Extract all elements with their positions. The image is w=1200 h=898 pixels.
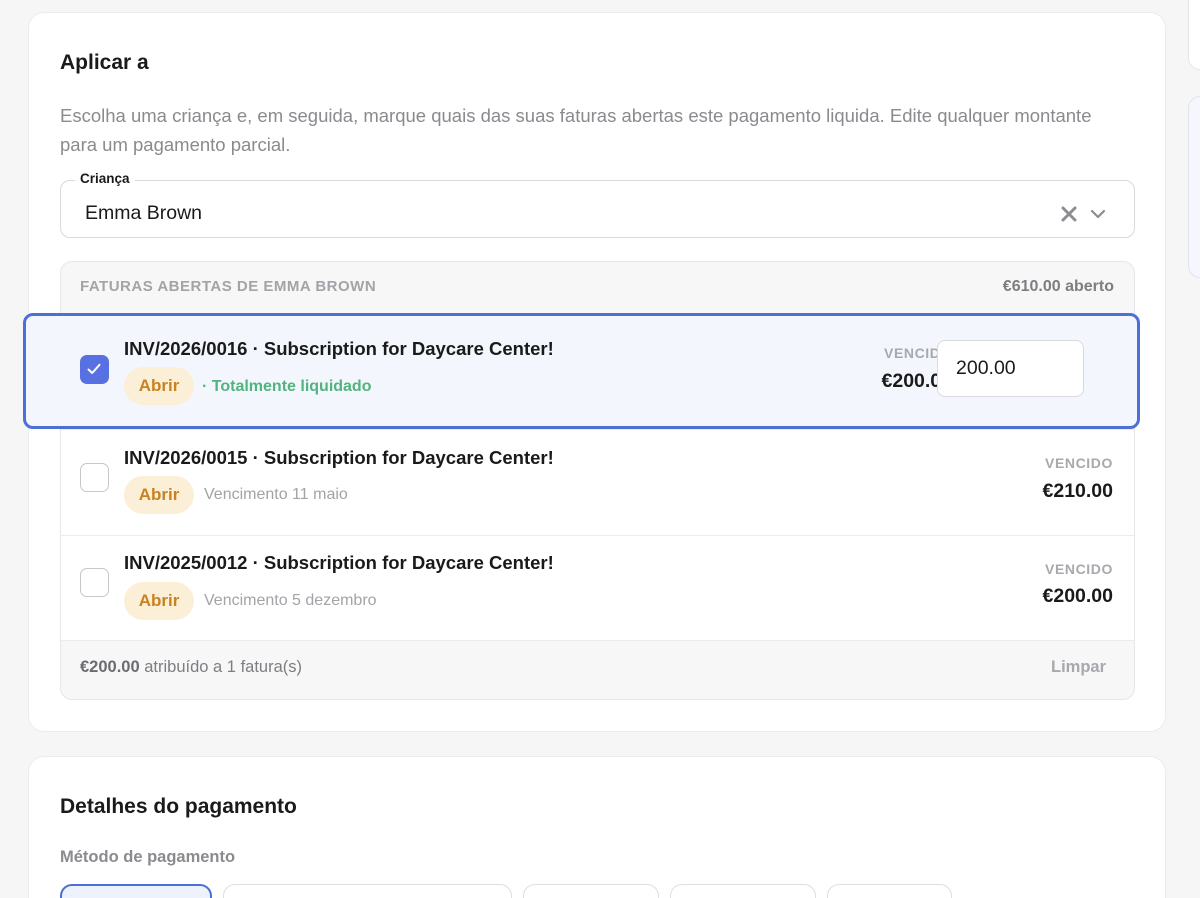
open-total-suffix: aberto: [1065, 278, 1114, 295]
side-panel-top: [1188, 0, 1200, 70]
due-amount: €210.00: [1042, 480, 1114, 502]
open-total-amount: €610.00: [1002, 278, 1061, 295]
allocated-text: atribuído a 1 fatura(s): [144, 658, 302, 676]
invoice-title: INV/2026/0015 · Subscription for Daycare…: [124, 447, 554, 468]
invoice-checkbox-checked[interactable]: [80, 355, 109, 384]
due-label: VENCIDO: [1045, 561, 1113, 577]
invoice-due-date: Vencimento 5 dezembro: [204, 592, 377, 609]
payment-method-option[interactable]: [523, 884, 659, 898]
payment-method-option[interactable]: [827, 884, 952, 898]
payment-method-label: Método de pagamento: [60, 848, 236, 866]
invoice-checkbox[interactable]: [80, 463, 109, 492]
due-amount: €200.00: [1042, 585, 1114, 607]
invoice-title: INV/2025/0012 · Subscription for Daycare…: [124, 552, 554, 573]
open-invoices-total: €610.00 aberto: [1003, 278, 1114, 296]
payment-method-option[interactable]: [223, 884, 512, 898]
section-title-apply: Aplicar a: [60, 51, 149, 74]
chevron-down-icon[interactable]: [1090, 207, 1106, 221]
open-invoices-header: FATURAS ABERTAS DE EMMA BROWN: [80, 278, 377, 295]
clear-allocation-button[interactable]: Limpar: [1051, 658, 1106, 677]
section-title-payment: Detalhes do pagamento: [60, 795, 297, 818]
child-select-value: Emma Brown: [85, 202, 203, 224]
payment-method-option[interactable]: [60, 884, 212, 898]
invoice-checkbox[interactable]: [80, 568, 109, 597]
allocation-summary: €200.00 atribuído a 1 fatura(s): [80, 658, 302, 677]
page: Aplicar a Escolha uma criança e, em segu…: [0, 0, 1200, 898]
invoice-due-date: Vencimento 11 maio: [204, 486, 348, 503]
applied-amount-input[interactable]: [937, 340, 1084, 397]
allocated-amount: €200.00: [80, 658, 140, 676]
payment-details-card: Detalhes do pagamento Método de pagament…: [28, 756, 1166, 898]
check-icon: [87, 363, 101, 374]
due-label: VENCIDO: [1045, 455, 1113, 471]
invoice-row[interactable]: INV/2025/0012 · Subscription for Daycare…: [61, 535, 1134, 641]
apply-description: Escolha uma criança e, em seguida, marqu…: [60, 105, 1092, 155]
status-badge: Abrir: [124, 582, 194, 620]
child-select[interactable]: Criança Emma Brown: [60, 171, 1135, 238]
invoice-row-selected[interactable]: INV/2026/0016 · Subscription for Daycare…: [23, 313, 1140, 429]
side-panel-summary: [1188, 96, 1200, 278]
close-icon[interactable]: [1060, 205, 1078, 223]
invoice-title: INV/2026/0016 · Subscription for Daycare…: [124, 338, 554, 359]
status-badge: Abrir: [124, 367, 194, 405]
child-select-label: Criança: [75, 171, 135, 186]
status-badge: Abrir: [124, 476, 194, 514]
payment-method-option[interactable]: [670, 884, 816, 898]
invoice-row[interactable]: INV/2026/0015 · Subscription for Daycare…: [61, 429, 1134, 535]
settled-note: · Totalmente liquidado: [202, 378, 372, 395]
